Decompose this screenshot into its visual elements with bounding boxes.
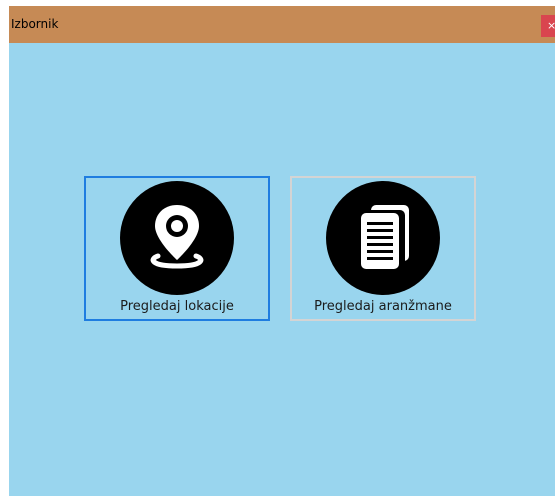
close-button[interactable]: ×: [541, 15, 555, 37]
view-arrangements-button[interactable]: Pregledaj aranžmane: [290, 176, 476, 321]
window-title: Izbornik: [11, 17, 59, 31]
menu-window: Izbornik × Pregledaj lokacije Pregledaj …: [9, 6, 555, 496]
view-arrangements-label: Pregledaj aranžmane: [314, 299, 452, 314]
documents-icon: [326, 181, 440, 295]
close-icon: ×: [547, 19, 555, 32]
title-bar: Izbornik ×: [9, 6, 555, 43]
location-pin-icon: [120, 181, 234, 295]
view-locations-label: Pregledaj lokacije: [120, 299, 234, 314]
view-locations-button[interactable]: Pregledaj lokacije: [84, 176, 270, 321]
